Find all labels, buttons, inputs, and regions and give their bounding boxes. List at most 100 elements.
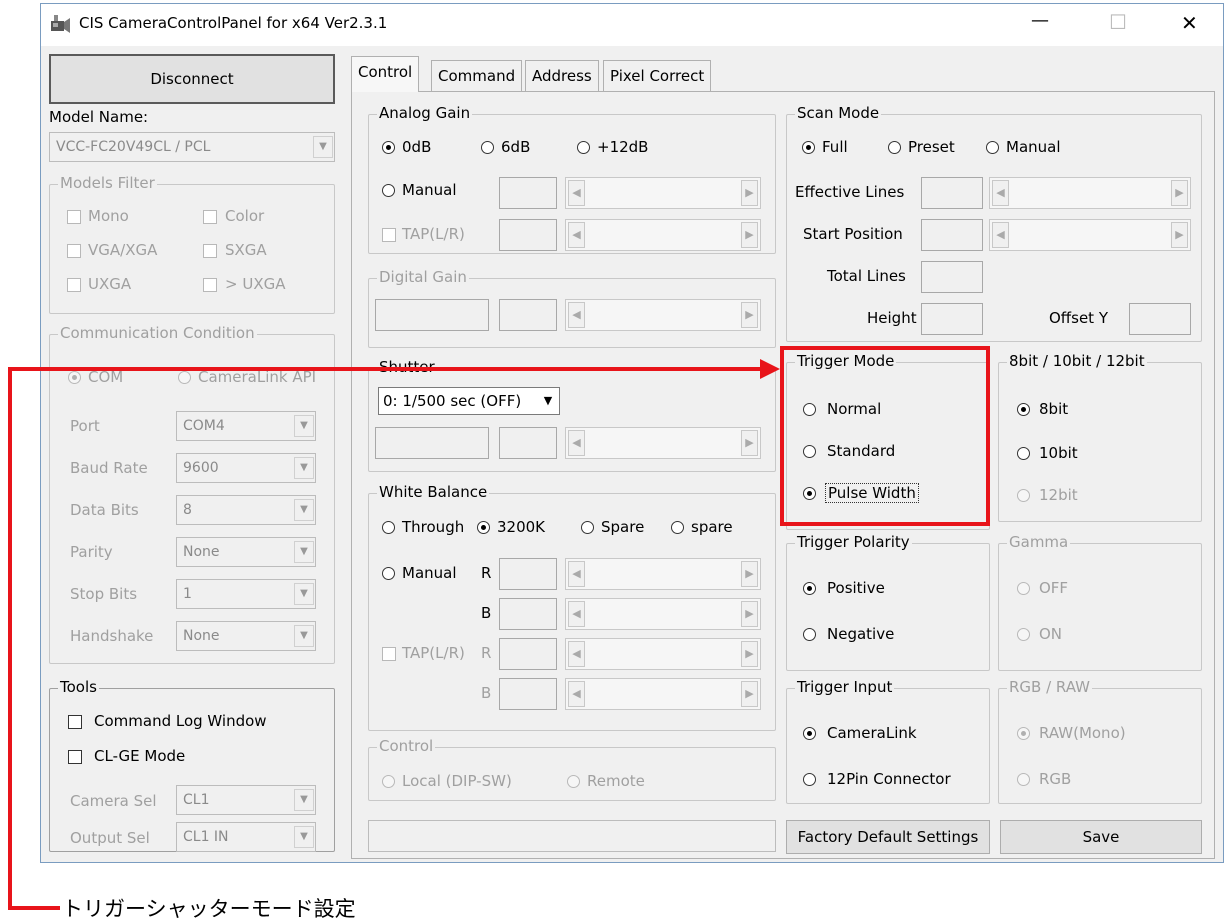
- wb-spare2-radio[interactable]: [671, 521, 684, 534]
- model-name-combo[interactable]: VCC-FC20V49CL / PCL ▼: [49, 132, 335, 162]
- trigger-cameralink-radio[interactable]: [803, 727, 816, 740]
- polarity-positive-radio[interactable]: [803, 582, 816, 595]
- data-bits-combo[interactable]: 8 ▼: [176, 495, 316, 525]
- shutter-field-2[interactable]: [499, 427, 557, 459]
- tab-control[interactable]: Control: [351, 56, 420, 92]
- offset-y-field[interactable]: [1129, 303, 1191, 335]
- tab-command[interactable]: Command: [431, 60, 523, 92]
- total-lines-field[interactable]: [921, 261, 983, 293]
- baud-rate-combo[interactable]: 9600 ▼: [176, 453, 316, 483]
- wb-r-field[interactable]: [499, 558, 557, 590]
- gain-manual-radio[interactable]: [382, 184, 395, 197]
- wb-tap-checkbox[interactable]: [382, 647, 396, 661]
- scroll-left-icon[interactable]: ◀: [568, 222, 585, 248]
- digital-gain-field[interactable]: [375, 299, 489, 331]
- scroll-right-icon[interactable]: ▶: [741, 561, 758, 587]
- scan-preset-radio[interactable]: [888, 141, 901, 154]
- command-log-checkbox[interactable]: [68, 715, 82, 729]
- scroll-left-icon[interactable]: ◀: [992, 222, 1009, 248]
- disconnect-button[interactable]: Disconnect: [49, 54, 335, 104]
- wb-tap-b-field[interactable]: [499, 678, 557, 710]
- cameralink-api-radio[interactable]: [178, 371, 191, 384]
- shutter-field[interactable]: [375, 427, 489, 459]
- scroll-right-icon[interactable]: ▶: [741, 641, 758, 667]
- output-sel-combo[interactable]: CL1 IN ▼: [176, 822, 316, 852]
- handshake-combo[interactable]: None ▼: [176, 621, 316, 651]
- scroll-right-icon[interactable]: ▶: [741, 430, 758, 456]
- wb-tap-r-field[interactable]: [499, 638, 557, 670]
- bit-8-radio[interactable]: [1017, 403, 1030, 416]
- maximize-button[interactable]: ☐: [1109, 10, 1127, 34]
- stop-bits-combo[interactable]: 1 ▼: [176, 579, 316, 609]
- factory-default-button[interactable]: Factory Default Settings: [786, 820, 990, 854]
- height-field[interactable]: [921, 303, 983, 335]
- wb-through-radio[interactable]: [382, 521, 395, 534]
- wb-r-slider[interactable]: ◀ ▶: [565, 558, 761, 590]
- scroll-left-icon[interactable]: ◀: [992, 180, 1009, 206]
- gain-manual-field[interactable]: [499, 177, 557, 209]
- gain-12db-radio[interactable]: [577, 141, 590, 154]
- scroll-right-icon[interactable]: ▶: [741, 302, 758, 328]
- gain-tap-field[interactable]: [499, 219, 557, 251]
- trigger-12pin-radio[interactable]: [803, 773, 816, 786]
- wb-tap-b-slider[interactable]: ◀ ▶: [565, 678, 761, 710]
- scroll-left-icon[interactable]: ◀: [568, 430, 585, 456]
- control-local-radio[interactable]: [382, 775, 395, 788]
- mono-checkbox[interactable]: [67, 210, 81, 224]
- scroll-left-icon[interactable]: ◀: [568, 601, 585, 627]
- control-remote-radio[interactable]: [567, 775, 580, 788]
- gain-6db-radio[interactable]: [481, 141, 494, 154]
- parity-combo[interactable]: None ▼: [176, 537, 316, 567]
- uxga-checkbox[interactable]: [67, 278, 81, 292]
- wb-manual-radio[interactable]: [382, 567, 395, 580]
- gain-tap-slider[interactable]: ◀ ▶: [565, 219, 761, 251]
- gamma-off-radio[interactable]: [1017, 582, 1030, 595]
- raw-mono-radio[interactable]: [1017, 727, 1030, 740]
- gain-manual-slider[interactable]: ◀ ▶: [565, 177, 761, 209]
- gt-uxga-checkbox[interactable]: [203, 278, 217, 292]
- scan-full-radio[interactable]: [802, 141, 815, 154]
- scroll-right-icon[interactable]: ▶: [741, 222, 758, 248]
- scroll-left-icon[interactable]: ◀: [568, 641, 585, 667]
- scroll-right-icon[interactable]: ▶: [741, 180, 758, 206]
- scroll-right-icon[interactable]: ▶: [1171, 222, 1188, 248]
- bit-12-radio[interactable]: [1017, 489, 1030, 502]
- sxga-checkbox[interactable]: [203, 244, 217, 258]
- start-position-slider[interactable]: ◀ ▶: [989, 219, 1191, 251]
- tab-pixel-correct[interactable]: Pixel Correct: [603, 60, 712, 92]
- scroll-left-icon[interactable]: ◀: [568, 302, 585, 328]
- scroll-right-icon[interactable]: ▶: [1171, 180, 1188, 206]
- com-radio[interactable]: [68, 371, 81, 384]
- wb-b-slider[interactable]: ◀ ▶: [565, 598, 761, 630]
- gain-0db-radio[interactable]: [382, 141, 395, 154]
- effective-lines-slider[interactable]: ◀ ▶: [989, 177, 1191, 209]
- vga-xga-checkbox[interactable]: [67, 244, 81, 258]
- polarity-negative-radio[interactable]: [803, 628, 816, 641]
- start-position-field[interactable]: [921, 219, 983, 251]
- digital-gain-field-2[interactable]: [499, 299, 557, 331]
- bit-10-radio[interactable]: [1017, 447, 1030, 460]
- scroll-left-icon[interactable]: ◀: [568, 681, 585, 707]
- color-checkbox[interactable]: [203, 210, 217, 224]
- tab-address[interactable]: Address: [525, 60, 599, 92]
- wb-tap-r-slider[interactable]: ◀ ▶: [565, 638, 761, 670]
- save-button[interactable]: Save: [1000, 820, 1202, 854]
- wb-3200k-radio[interactable]: [477, 521, 490, 534]
- minimize-button[interactable]: —: [1031, 10, 1049, 31]
- scroll-right-icon[interactable]: ▶: [741, 681, 758, 707]
- gamma-on-radio[interactable]: [1017, 628, 1030, 641]
- clge-mode-checkbox[interactable]: [68, 750, 82, 764]
- port-combo[interactable]: COM4 ▼: [176, 411, 316, 441]
- scroll-left-icon[interactable]: ◀: [568, 180, 585, 206]
- shutter-select[interactable]: 0: 1/500 sec (OFF) ▼: [378, 387, 560, 415]
- shutter-slider[interactable]: ◀ ▶: [565, 427, 761, 459]
- digital-gain-slider[interactable]: ◀ ▶: [565, 299, 761, 331]
- scan-manual-radio[interactable]: [986, 141, 999, 154]
- wb-b-field[interactable]: [499, 598, 557, 630]
- effective-lines-field[interactable]: [921, 177, 983, 209]
- scroll-right-icon[interactable]: ▶: [741, 601, 758, 627]
- rgb-radio[interactable]: [1017, 773, 1030, 786]
- wb-spare-radio[interactable]: [581, 521, 594, 534]
- camera-sel-combo[interactable]: CL1 ▼: [176, 785, 316, 815]
- close-button[interactable]: ✕: [1181, 11, 1198, 35]
